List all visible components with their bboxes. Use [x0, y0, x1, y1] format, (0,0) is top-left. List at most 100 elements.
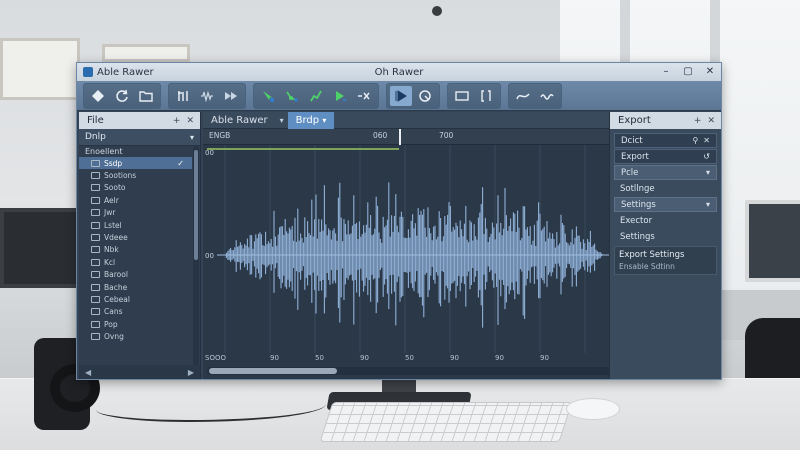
- file-icon: [91, 333, 100, 341]
- play-tool-button[interactable]: [329, 86, 351, 106]
- title-bar: Able Rawer Oh Rawer – ▢ ✕: [77, 63, 721, 81]
- list-item[interactable]: Lstel: [79, 219, 192, 231]
- diamond-icon: [92, 89, 104, 102]
- file-tree: Enoellent Ssdp ✓ Sootions Sooto Aelr Jwr Lstel…: [79, 146, 192, 365]
- waveform-graph[interactable]: 00 00: [203, 145, 673, 353]
- list-item[interactable]: Sootions: [79, 169, 192, 181]
- horizontal-scroll-thumb[interactable]: [209, 368, 337, 374]
- list-item[interactable]: Barool: [79, 269, 192, 281]
- list-item[interactable]: Ssdp ✓: [79, 157, 192, 170]
- list-item[interactable]: Bache: [79, 281, 192, 293]
- list-item[interactable]: Ovng: [79, 330, 192, 342]
- time-label: 90: [495, 354, 504, 362]
- list-item[interactable]: Cans: [79, 306, 192, 318]
- waveform-canvas[interactable]: 00 00: [203, 145, 673, 353]
- export-option-row[interactable]: Settings ▾: [614, 197, 717, 212]
- export-option-row[interactable]: Sotllnge: [614, 181, 717, 196]
- export-option-label: Sotllnge: [620, 183, 655, 194]
- bracket-icon: [481, 89, 491, 102]
- list-item[interactable]: Kcl: [79, 256, 192, 268]
- node-tool-button[interactable]: [281, 86, 303, 106]
- playhead-handle[interactable]: [399, 129, 401, 145]
- play-active-icon: [395, 89, 407, 102]
- refresh-icon: [116, 89, 128, 102]
- preset-field-label: Dcict: [621, 135, 643, 146]
- loop-button[interactable]: [414, 86, 436, 106]
- export-settings-block[interactable]: Export Settings Ensable Sdtinn: [614, 246, 717, 275]
- trim-button[interactable]: [172, 86, 194, 106]
- list-item-label: Vdeee: [104, 233, 128, 243]
- list-item[interactable]: Pop: [79, 318, 192, 330]
- toolbar-group-view: [447, 82, 501, 109]
- scroll-right-icon[interactable]: ▶: [188, 368, 194, 377]
- preset-field[interactable]: Dcict ⚲ ✕: [614, 133, 717, 148]
- horizontal-scrollbar[interactable]: [207, 367, 671, 375]
- file-icon: [91, 234, 100, 242]
- toolbar-group-transport: [386, 82, 440, 109]
- file-panel-add-button[interactable]: +: [173, 116, 181, 126]
- scroll-left-icon[interactable]: ◀: [85, 368, 91, 377]
- export-panel: Export + ✕ Dcict ⚲ ✕ Export ↺ Pcle ▾ Sotllng…: [609, 112, 721, 379]
- refresh-button[interactable]: [111, 86, 133, 106]
- list-item[interactable]: Nbk: [79, 244, 192, 256]
- open-folder-button[interactable]: [135, 86, 157, 106]
- curve-icon: [516, 92, 530, 99]
- list-item[interactable]: Jwr: [79, 207, 192, 219]
- region-button[interactable]: [451, 86, 473, 106]
- tab-able-rawer[interactable]: Able Rawer: [203, 112, 276, 129]
- wave-button[interactable]: [536, 86, 558, 106]
- fast-forward-button[interactable]: [220, 86, 242, 106]
- tab-brdp[interactable]: Brdp ▾: [287, 111, 335, 129]
- toolbar-group-tools: [253, 82, 379, 109]
- list-item-label: Pop: [104, 319, 118, 329]
- file-tree-scrollbar[interactable]: [193, 146, 199, 379]
- maximize-button[interactable]: ▢: [677, 63, 699, 81]
- minimize-button[interactable]: –: [655, 63, 677, 81]
- time-label: 90: [540, 354, 549, 362]
- list-item-label: Sooto: [104, 183, 126, 193]
- ceiling-lamp: [432, 6, 442, 16]
- close-button[interactable]: ✕: [699, 63, 721, 81]
- chevron-down-icon[interactable]: ▾: [280, 116, 284, 125]
- export-panel-header: Export + ✕: [610, 112, 721, 129]
- check-icon: ✓: [177, 158, 184, 168]
- toolbar-group-curves: [508, 82, 562, 109]
- bracket-button[interactable]: [475, 86, 497, 106]
- file-panel-close-button[interactable]: ✕: [186, 116, 194, 126]
- export-panel-title: Export: [618, 115, 651, 126]
- curve-button[interactable]: [512, 86, 534, 106]
- list-item-label: Barool: [104, 270, 128, 280]
- ruler-label: 700: [439, 131, 454, 140]
- export-option-row[interactable]: Settings: [614, 229, 717, 244]
- chevron-down-icon: ▾: [705, 200, 710, 209]
- file-filter-dropdown[interactable]: Dnlp ▾: [79, 129, 200, 146]
- play-button[interactable]: [390, 85, 412, 106]
- list-item[interactable]: Cebeal: [79, 293, 192, 305]
- list-item[interactable]: Aelr: [79, 194, 192, 206]
- draw-tool-button[interactable]: [305, 86, 327, 106]
- export-panel-add-button[interactable]: +: [694, 116, 702, 126]
- refresh-icon: ↺: [703, 152, 710, 161]
- list-item-label: Ovng: [104, 332, 124, 342]
- waveform-button[interactable]: [196, 86, 218, 106]
- cut-icon: [178, 90, 188, 101]
- export-panel-close-button[interactable]: ✕: [707, 116, 715, 126]
- list-item[interactable]: Sooto: [79, 182, 192, 194]
- list-item[interactable]: Vdeee: [79, 231, 192, 243]
- search-icon[interactable]: ⚲: [692, 136, 698, 145]
- export-option-row[interactable]: Export ↺: [614, 149, 717, 164]
- select-icon: [263, 90, 274, 102]
- chevron-down-icon: ▾: [189, 132, 194, 142]
- tree-root[interactable]: Enoellent: [79, 146, 192, 157]
- export-option-row[interactable]: Pcle ▾: [614, 165, 717, 180]
- select-tool-button[interactable]: [257, 86, 279, 106]
- time-label: 50: [315, 354, 324, 362]
- export-option-row[interactable]: Exector: [614, 213, 717, 228]
- export-option-label: Export: [621, 151, 649, 162]
- time-label: 90: [450, 354, 459, 362]
- file-icon: [91, 283, 100, 291]
- list-item-label: Cans: [104, 307, 123, 317]
- scissors-tool-button[interactable]: [353, 86, 375, 106]
- diamond-button[interactable]: [87, 86, 109, 106]
- close-icon[interactable]: ✕: [703, 136, 710, 145]
